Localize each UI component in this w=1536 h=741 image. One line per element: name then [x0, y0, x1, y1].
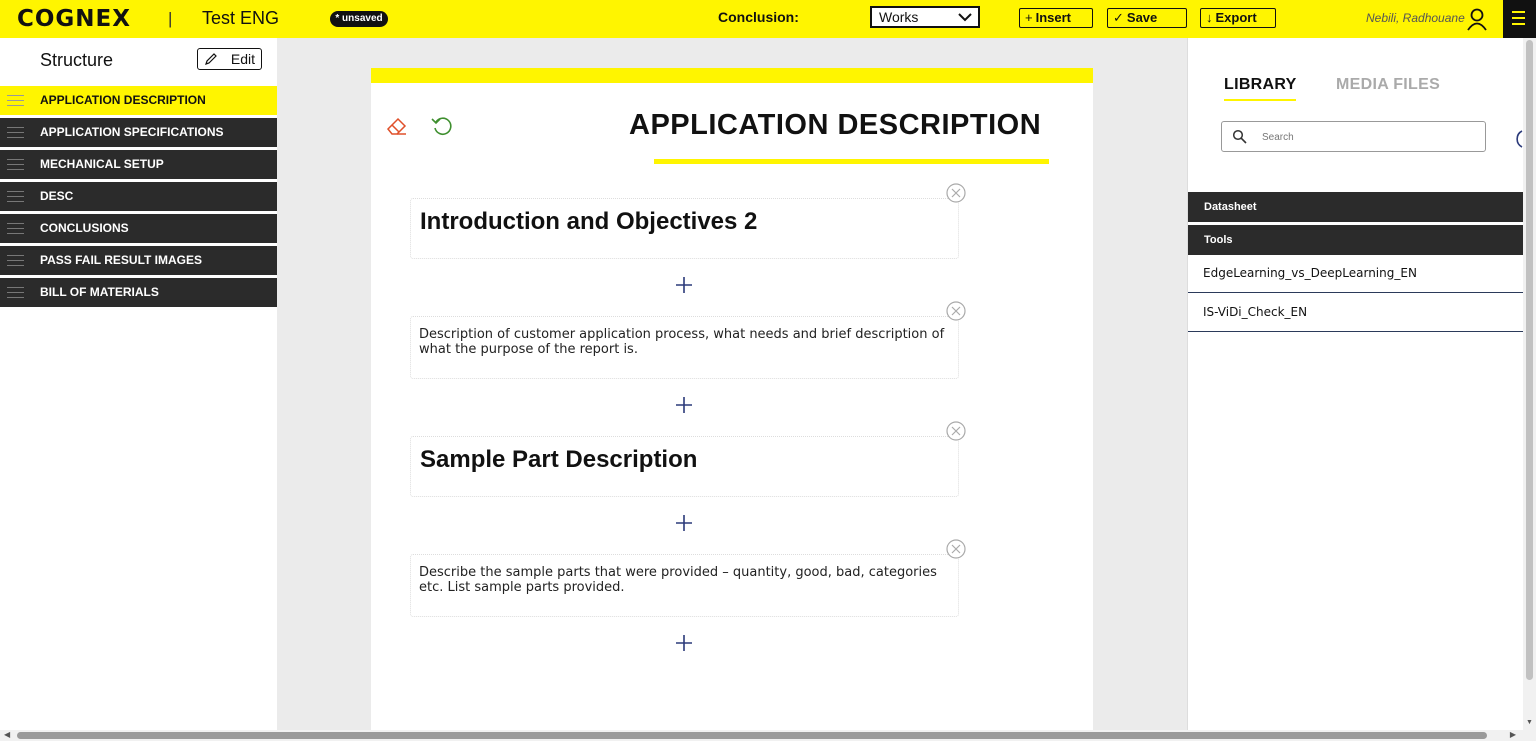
conclusion-select[interactable]: Works	[870, 6, 980, 28]
hamburger-menu-icon[interactable]	[1503, 0, 1536, 38]
pencil-icon	[205, 53, 217, 65]
top-bar: COGNEX | Test ENG * unsaved Conclusion: …	[0, 0, 1536, 38]
download-icon: ↓	[1206, 10, 1213, 25]
sidebar-item-application-description[interactable]: APPLICATION DESCRIPTION	[0, 86, 277, 115]
unsaved-badge: * unsaved	[330, 11, 388, 27]
sidebar-item-bill-of-materials[interactable]: BILL OF MATERIALS	[0, 278, 277, 307]
sidebar-item-pass-fail-result-images[interactable]: PASS FAIL RESULT IMAGES	[0, 246, 277, 275]
library-category-datasheet[interactable]: Datasheet	[1188, 192, 1524, 222]
search-box[interactable]	[1221, 121, 1486, 152]
plus-icon: +	[1025, 10, 1033, 25]
add-block-plus-icon[interactable]	[674, 513, 694, 533]
project-title: Test ENG	[202, 8, 280, 28]
edit-button[interactable]: Edit	[197, 48, 262, 70]
undo-icon[interactable]	[430, 114, 454, 138]
scroll-left-arrow-icon[interactable]: ◀	[4, 730, 10, 739]
block-heading[interactable]: Sample Part Description	[420, 446, 697, 474]
paragraph-block[interactable]: Description of customer application proc…	[410, 316, 959, 379]
add-block-plus-icon[interactable]	[674, 275, 694, 295]
sidebar-item-mechanical-setup[interactable]: MECHANICAL SETUP	[0, 150, 277, 179]
user-name: Nebili, Radhouane	[1366, 11, 1465, 25]
check-icon: ✓	[1113, 10, 1124, 25]
user-icon[interactable]	[1466, 7, 1488, 31]
conclusion-label: Conclusion:	[718, 9, 799, 25]
scroll-down-arrow-icon[interactable]: ▼	[1526, 719, 1533, 726]
drag-handle-icon[interactable]	[7, 127, 24, 138]
cognex-logo[interactable]: COGNEX	[17, 6, 131, 32]
horizontal-scrollbar[interactable]: ◀ ▶	[0, 730, 1536, 741]
library-item[interactable]: EdgeLearning_vs_DeepLearning_EN	[1188, 255, 1524, 293]
logo-separator: |	[168, 9, 173, 28]
block-paragraph[interactable]: Description of customer application proc…	[419, 327, 949, 357]
structure-title: Structure	[40, 50, 114, 70]
drag-handle-icon[interactable]	[7, 255, 24, 266]
insert-button[interactable]: + Insert	[1019, 8, 1093, 28]
scroll-right-arrow-icon[interactable]: ▶	[1510, 730, 1516, 739]
conclusion-value: Works	[879, 9, 919, 25]
active-tab-indicator	[1224, 99, 1296, 101]
vertical-scroll-thumb[interactable]	[1526, 40, 1533, 680]
close-icon[interactable]	[946, 183, 966, 203]
search-input[interactable]	[1262, 128, 1462, 146]
horizontal-scroll-thumb[interactable]	[17, 732, 1487, 739]
chevron-down-icon	[958, 13, 972, 22]
sidebar-item-conclusions[interactable]: CONCLUSIONS	[0, 214, 277, 243]
vertical-scrollbar[interactable]: ▼	[1523, 38, 1536, 730]
sidebar-item-desc[interactable]: DESC	[0, 182, 277, 211]
close-icon[interactable]	[946, 539, 966, 559]
heading-block[interactable]: Introduction and Objectives 2	[410, 198, 959, 259]
drag-handle-icon[interactable]	[7, 287, 24, 298]
title-underline	[654, 159, 1049, 164]
library-item[interactable]: IS-ViDi_Check_EN	[1188, 294, 1524, 332]
document-title: APPLICATION DESCRIPTION	[629, 109, 1042, 141]
library-category-tools[interactable]: Tools	[1188, 225, 1524, 255]
add-block-plus-icon[interactable]	[674, 395, 694, 415]
paragraph-block[interactable]: Describe the sample parts that were prov…	[410, 554, 959, 617]
add-block-plus-icon[interactable]	[674, 633, 694, 653]
search-icon	[1232, 129, 1247, 144]
tab-library[interactable]: LIBRARY	[1224, 76, 1297, 94]
block-heading[interactable]: Introduction and Objectives 2	[420, 208, 757, 236]
sidebar-item-application-specifications[interactable]: APPLICATION SPECIFICATIONS	[0, 118, 277, 147]
eraser-icon[interactable]	[385, 114, 409, 138]
heading-block[interactable]: Sample Part Description	[410, 436, 959, 497]
save-button[interactable]: ✓ Save	[1107, 8, 1187, 28]
structure-sidebar: Structure Edit APPLICATION DESCRIPTION A…	[0, 38, 277, 730]
refresh-icon[interactable]	[1510, 127, 1524, 149]
document-page: APPLICATION DESCRIPTION Introduction and…	[371, 68, 1093, 730]
drag-handle-icon[interactable]	[7, 191, 24, 202]
document-top-band	[371, 68, 1093, 83]
drag-handle-icon[interactable]	[7, 223, 24, 234]
block-paragraph[interactable]: Describe the sample parts that were prov…	[419, 565, 949, 595]
drag-handle-icon[interactable]	[7, 159, 24, 170]
drag-handle-icon[interactable]	[7, 95, 24, 106]
close-icon[interactable]	[946, 301, 966, 321]
library-panel: LIBRARY MEDIA FILES Datasheet Tools Edge…	[1187, 38, 1524, 730]
close-icon[interactable]	[946, 421, 966, 441]
export-button[interactable]: ↓ Export	[1200, 8, 1276, 28]
tab-media-files[interactable]: MEDIA FILES	[1336, 76, 1440, 94]
